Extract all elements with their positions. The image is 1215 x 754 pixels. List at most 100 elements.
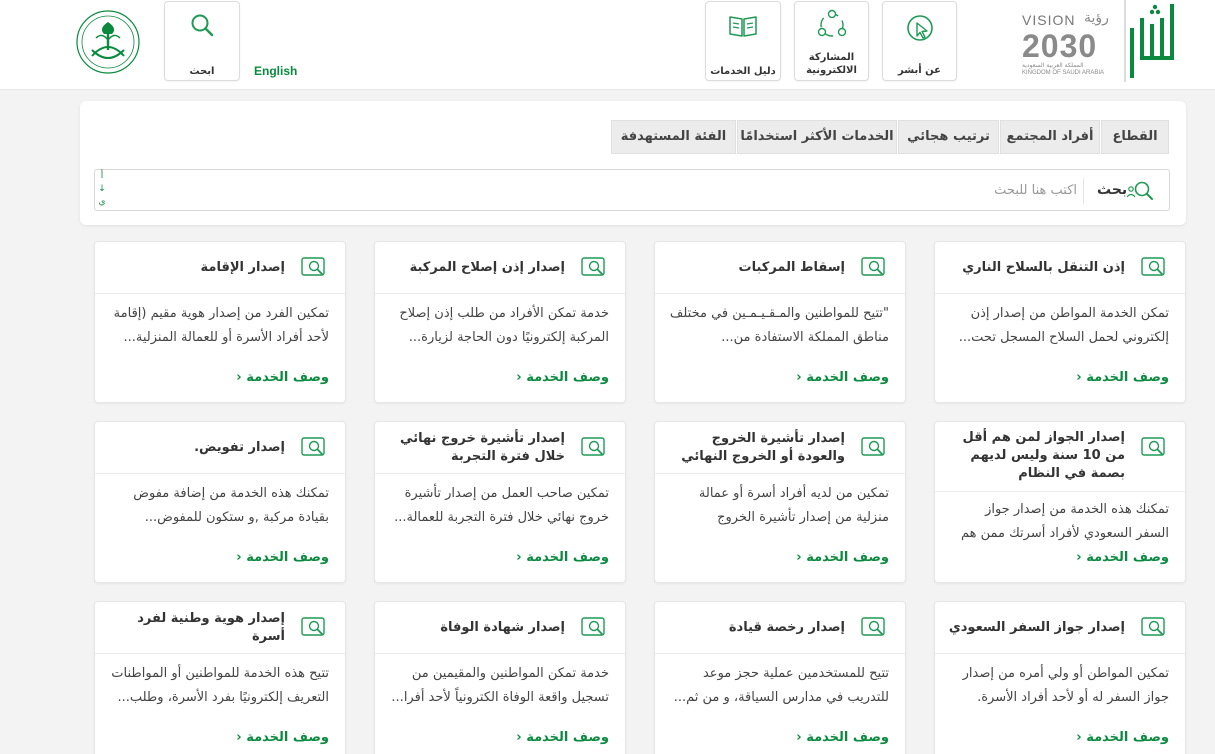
service-card-header: إسقاط المركبات [655,242,905,294]
service-details-link[interactable]: وصف الخدمة ‹ [516,730,609,745]
service-details-link[interactable]: وصف الخدمة ‹ [796,730,889,745]
service-card-title[interactable]: إصدار إذن إصلاح المركبة [387,242,565,294]
chevron-left-icon: ‹ [516,550,527,565]
service-details-link[interactable]: وصف الخدمة ‹ [1076,370,1169,385]
search-icon [191,14,214,37]
service-details-link[interactable]: وصف الخدمة ‹ [796,550,889,565]
service-card-description: تمكنك هذه الخدمة من إصدار جواز السفر الس… [960,502,1169,541]
service-card-title[interactable]: إصدار جواز السفر السعودي [947,602,1125,654]
service-details-label: وصف الخدمة [1086,730,1169,745]
about-absher-button[interactable]: عن أبشر [882,1,957,81]
service-card-description: تمكين صاحب العمل من إصدار تأشيرة خروج نه… [394,486,609,525]
service-card[interactable]: إصدار الجواز لمن هم أقل من 10 سنة وليس ل… [934,421,1186,583]
service-card-description: خدمة تمكن الأفراد من طلب إذن إصلاح المرك… [399,306,609,345]
service-card-title[interactable]: إذن التنقل بالسلاح الناري [947,242,1125,294]
service-card[interactable]: إصدار تفويض. تمكنك هذه الخدمة من إضافة مف… [94,421,346,583]
service-card-description: تمكين الفرد من إصدار هوية مقيم (إقامة لأ… [113,306,329,345]
chevron-left-icon: ‹ [796,370,807,385]
service-card-title[interactable]: إصدار الجواز لمن هم أقل من 10 سنة وليس ل… [947,422,1125,490]
service-card[interactable]: إصدار هوية وطنية لفرد أسرة تتيح هذه الخدم… [94,601,346,754]
service-search-icon [1141,617,1165,636]
service-card[interactable]: إصدار تأشيرة خروج نهائي خلال فترة التجرب… [374,421,626,583]
service-search-icon [581,257,605,276]
search-people-icon[interactable] [1127,179,1153,203]
service-card-header: إصدار جواز السفر السعودي [935,602,1185,654]
service-details-link[interactable]: وصف الخدمة ‹ [236,550,329,565]
service-details-link[interactable]: وصف الخدمة ‹ [236,370,329,385]
service-card-description: تمكين المواطن أو ولي أمره من إصدار جواز … [962,666,1169,705]
service-search-icon [861,617,885,636]
service-card[interactable]: إصدار جواز السفر السعودي تمكين المواطن أو… [934,601,1186,754]
service-details-label: وصف الخدمة [806,550,889,565]
kbd-glyph-2: ↓ [98,184,106,194]
tab-most-used[interactable]: الخدمات الأكثر استخدامًا [737,120,897,154]
top-header: VISION رؤية 2030 المملكة العربية السعودي… [0,0,1215,90]
saudi-emblem-icon [76,10,140,74]
service-card[interactable]: إذن التنقل بالسلاح الناري تمكن الخدمة الم… [934,241,1186,403]
service-card[interactable]: إصدار شهادة الوفاة خدمة تمكن المواطنين وا… [374,601,626,754]
service-details-link[interactable]: وصف الخدمة ‹ [1076,730,1169,745]
chevron-left-icon: ‹ [236,370,247,385]
service-card-title[interactable]: إصدار شهادة الوفاة [387,602,565,654]
english-language-link[interactable]: English [254,64,297,78]
service-card[interactable]: إصدار الإقامة تمكين الفرد من إصدار هوية م… [94,241,346,403]
chevron-left-icon: ‹ [236,550,247,565]
service-card[interactable]: إصدار تأشيرة الخروج والعودة أو الخروج ال… [654,421,906,583]
about-absher-label: عن أبشر [898,65,941,76]
service-card-header: إصدار الجواز لمن هم أقل من 10 سنة وليس ل… [935,422,1185,492]
keyboard-toggle[interactable]: أ ↓ ي [97,170,107,209]
chevron-left-icon: ‹ [516,370,527,385]
tab-sector[interactable]: القطاع [1101,120,1169,154]
tab-alphabetical[interactable]: ترتيب هجائي [898,120,999,154]
service-card-title[interactable]: إسقاط المركبات [667,242,845,294]
service-details-link[interactable]: وصف الخدمة ‹ [516,370,609,385]
service-card[interactable]: إسقاط المركبات "تتيح للمواطنين والمـقـيـم… [654,241,906,403]
service-card-title[interactable]: إصدار تأشيرة خروج نهائي خلال فترة التجرب… [387,422,565,474]
service-card-title[interactable]: إصدار الإقامة [107,242,285,294]
service-search-icon [301,257,325,276]
service-details-link[interactable]: وصف الخدمة ‹ [516,550,609,565]
header-search-button[interactable]: ابحث [164,1,240,81]
absher-logo[interactable] [1124,0,1184,82]
kbd-glyph-3: ي [98,197,106,207]
vision-year: 2030 [1022,28,1098,64]
service-details-link[interactable]: وصف الخدمة ‹ [796,370,889,385]
services-search-panel: القطاع أفراد المجتمع ترتيب هجائي الخدمات… [80,101,1186,225]
tab-target-group[interactable]: الفئة المستهدفة [611,120,736,154]
chevron-left-icon: ‹ [516,730,527,745]
service-card-description: تتيح للمستخدمين عملية حجز موعد للتدريب ف… [673,666,889,705]
pointer-icon [906,15,933,41]
eparticipation-label-2: الالكترونية [806,65,857,76]
vision-ruya: رؤية [1084,10,1109,26]
services-guide-label: دليل الخدمات [710,66,776,77]
service-card-title[interactable]: إصدار هوية وطنية لفرد أسرة [107,602,285,654]
service-card[interactable]: إصدار رخصة قيادة تتيح للمستخدمين عملية حج… [654,601,906,754]
service-card-description: خدمة تمكن المواطنين والمقيمين من تسجيل و… [391,666,609,705]
service-card-header: إذن التنقل بالسلاح الناري [935,242,1185,294]
chevron-left-icon: ‹ [1076,370,1087,385]
eparticipation-label-1: المشاركة [808,52,855,63]
service-card[interactable]: إصدار إذن إصلاح المركبة خدمة تمكن الأفراد… [374,241,626,403]
service-details-label: وصف الخدمة [246,730,329,745]
service-details-label: وصف الخدمة [806,370,889,385]
kbd-glyph-1: أ [100,171,104,181]
services-guide-button[interactable]: دليل الخدمات [705,1,781,81]
chevron-left-icon: ‹ [236,730,247,745]
service-details-label: وصف الخدمة [526,730,609,745]
service-card-header: إصدار إذن إصلاح المركبة [375,242,625,294]
eparticipation-button[interactable]: المشاركة الالكترونية [794,1,869,81]
services-search-input[interactable] [115,176,1077,204]
tab-community-members[interactable]: أفراد المجتمع [1000,120,1100,154]
service-card-header: إصدار هوية وطنية لفرد أسرة [95,602,345,654]
service-card-header: إصدار شهادة الوفاة [375,602,625,654]
service-details-link[interactable]: وصف الخدمة ‹ [236,730,329,745]
service-search-icon [861,437,885,456]
service-card-title[interactable]: إصدار تأشيرة الخروج والعودة أو الخروج ال… [667,422,845,474]
service-card-description: تمكنك هذه الخدمة من إضافة مفوض بقيادة مر… [133,486,329,525]
service-card-title[interactable]: إصدار رخصة قيادة [667,602,845,654]
service-card-title[interactable]: إصدار تفويض. [107,422,285,474]
service-search-icon [301,617,325,636]
service-details-link[interactable]: وصف الخدمة ‹ [1076,550,1169,565]
service-card-header: إصدار الإقامة [95,242,345,294]
service-search-icon [581,617,605,636]
